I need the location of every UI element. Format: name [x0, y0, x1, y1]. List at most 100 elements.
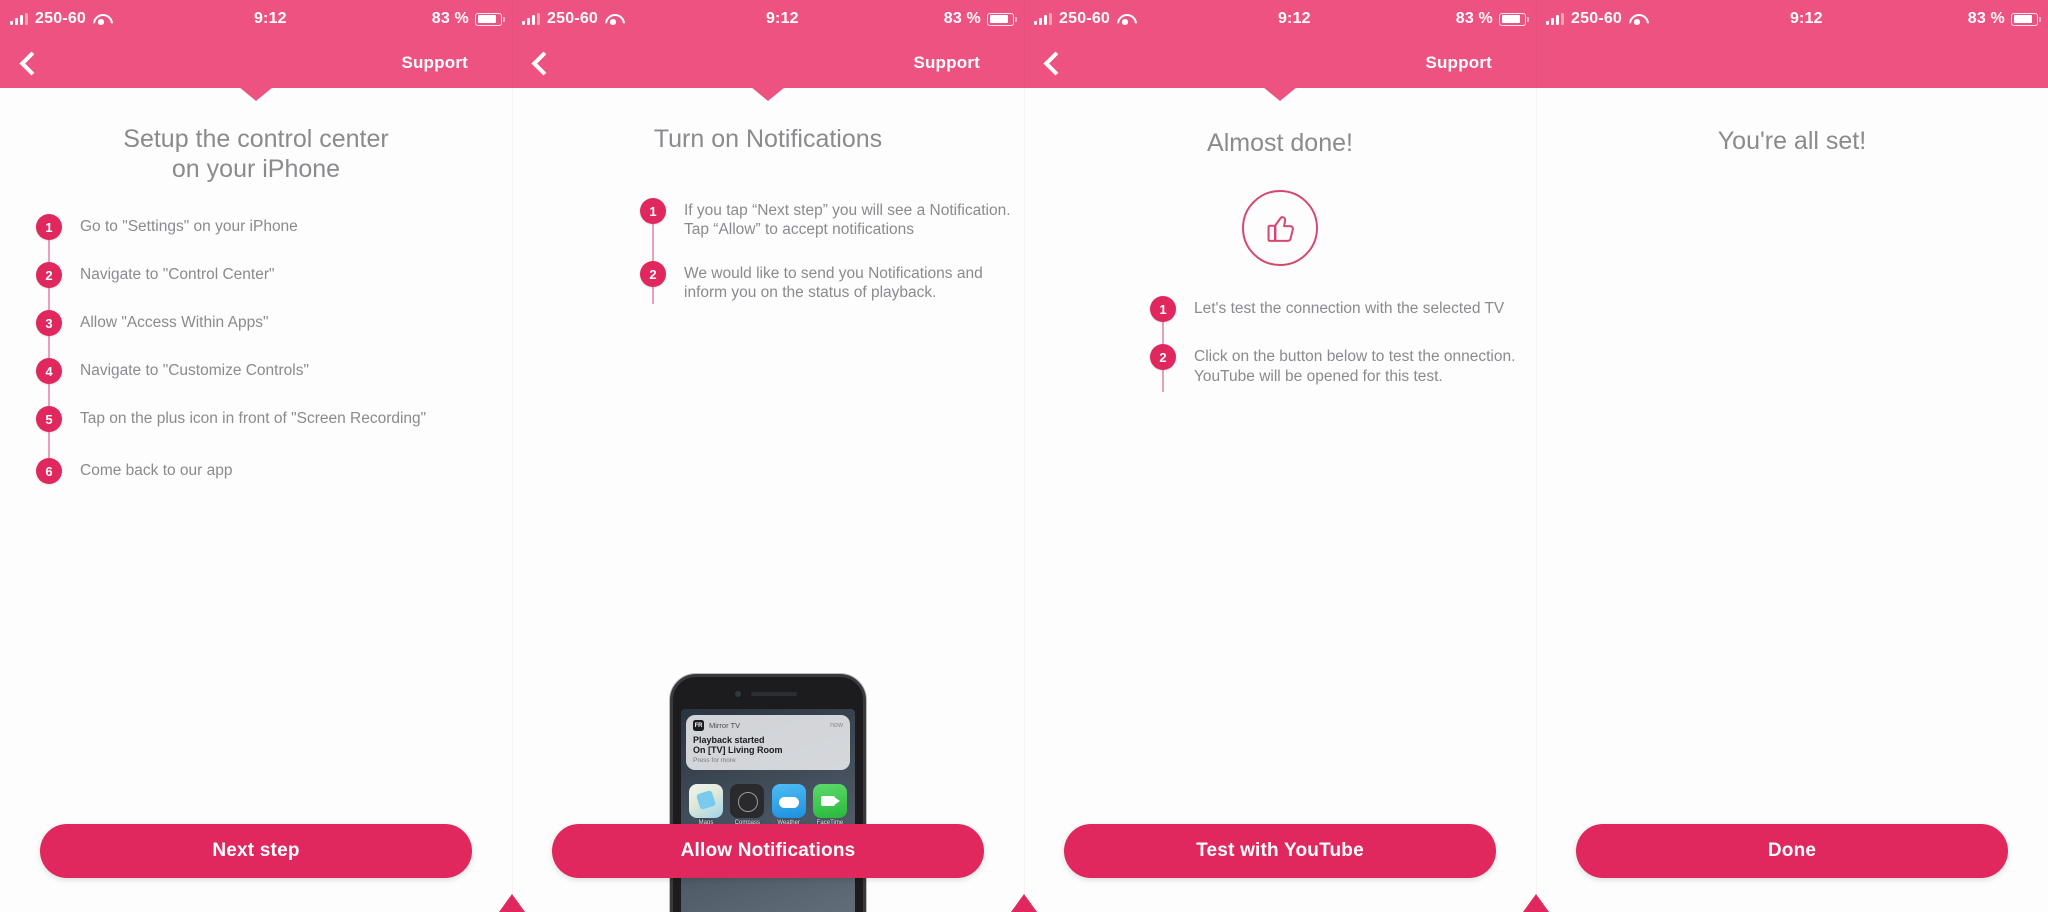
wifi-icon [1629, 13, 1645, 25]
home-screen-app-row: Maps Compass Weather FaceTime [686, 784, 850, 826]
clock-label: 9:12 [1277, 10, 1311, 27]
battery-icon [1499, 12, 1529, 26]
signal-bars-icon [10, 13, 28, 25]
steps-list: 1 Go to "Settings" on your iPhone 2 Navi… [10, 214, 502, 506]
thumbs-up-icon [1242, 190, 1318, 266]
battery-percent-label: 83 % [943, 10, 981, 27]
front-camera-icon [735, 691, 741, 697]
notification-timestamp: now [830, 722, 843, 729]
nav-bar: Support [512, 38, 1024, 88]
step-text: We would like to send you Notifications … [684, 265, 983, 301]
screen-notifications: 250-60 9:12 83 % Support Turn on Notific… [512, 0, 1024, 912]
clock-label: 9:12 [765, 10, 799, 27]
carrier-label: 250-60 [1571, 10, 1623, 27]
page-title-line1: You're all set! [1717, 127, 1867, 155]
signal-bars-icon [1546, 13, 1564, 25]
header-bar: 250-60 9:12 83 % Support [512, 0, 1024, 101]
back-chevron-icon[interactable] [1040, 51, 1064, 75]
back-chevron-icon[interactable] [528, 51, 552, 75]
thumbs-up-glyph [1267, 216, 1294, 242]
list-item: 4 Navigate to "Customize Controls" [36, 358, 502, 406]
clock-label: 9:12 [1789, 10, 1823, 27]
back-chevron-icon[interactable] [16, 51, 40, 75]
earpiece-speaker [751, 692, 797, 696]
bottom-marker-icon [499, 894, 525, 912]
status-bar: 250-60 9:12 83 % [0, 0, 512, 38]
step-text: Navigate to "Control Center" [80, 266, 275, 283]
battery-percent-label: 83 % [1455, 10, 1493, 27]
wifi-icon [1117, 13, 1133, 25]
step-text: Navigate to "Customize Controls" [80, 362, 309, 379]
list-item: 5 Tap on the plus icon in front of "Scre… [36, 406, 502, 458]
battery-percent-label: 83 % [431, 10, 469, 27]
step-text: Tap on the plus icon in front of "Screen… [80, 410, 427, 427]
support-link[interactable]: Support [1425, 53, 1492, 73]
done-button[interactable]: Done [1576, 824, 2008, 878]
onboarding-screens-strip: 250-60 9:12 83 % Support Setup the contr… [0, 0, 2048, 912]
step-number-badge: 4 [36, 358, 62, 384]
allow-notifications-button[interactable]: Allow Notifications [552, 824, 984, 878]
screen-divider [1024, 0, 1025, 912]
list-item: 1 If you tap “Next step” you will see a … [640, 198, 1014, 239]
screen-body: Setup the control center on your iPhone … [0, 88, 512, 912]
screen-divider [1536, 0, 1537, 912]
list-item: 1 Let's test the connection with the sel… [1150, 296, 1526, 322]
app-tile: FaceTime [812, 784, 847, 826]
step-text: Come back to our app [80, 462, 233, 479]
notification-line-2: On [TV] Living Room [693, 745, 783, 755]
step-text: Let's test the connection with the selec… [1194, 300, 1505, 317]
battery-percent-label: 83 % [1967, 10, 2005, 27]
notification-line-1: Playback started [693, 735, 765, 745]
step-number-badge: 1 [36, 214, 62, 240]
screen-body: Almost done! 1 Let's test the connection… [1024, 88, 1536, 912]
thumbs-up-badge [1034, 190, 1526, 266]
screen-control-center: 250-60 9:12 83 % Support Setup the contr… [0, 0, 512, 912]
steps-list: 1 If you tap “Next step” you will see a … [522, 198, 1014, 304]
header-bar: 250-60 9:12 83 % Support [0, 0, 512, 101]
battery-icon [987, 12, 1017, 26]
header-bar: 250-60 9:12 83 % [1536, 0, 2048, 88]
status-bar: 250-60 9:12 83 % [512, 0, 1024, 38]
header-bar: 250-60 9:12 83 % Support [1024, 0, 1536, 101]
list-item: 2 Navigate to "Control Center" [36, 262, 502, 310]
list-item: 6 Come back to our app [36, 458, 502, 506]
step-number-badge: 3 [36, 310, 62, 336]
step-number-badge: 2 [640, 261, 666, 287]
battery-icon [475, 12, 505, 26]
page-title: Setup the control center on your iPhone [10, 124, 502, 184]
step-text: Go to "Settings" on your iPhone [80, 218, 298, 235]
compass-icon [730, 784, 765, 818]
support-link[interactable]: Support [401, 53, 468, 73]
weather-icon [771, 784, 806, 818]
test-with-youtube-button[interactable]: Test with YouTube [1064, 824, 1496, 878]
steps-list: 1 Let's test the connection with the sel… [1034, 296, 1526, 392]
page-title: Almost done! [1034, 128, 1526, 158]
wifi-icon [605, 13, 621, 25]
nav-bar [1536, 38, 2048, 88]
support-link[interactable]: Support [913, 53, 980, 73]
step-number-badge: 6 [36, 458, 62, 484]
next-step-button[interactable]: Next step [40, 824, 472, 878]
page-title: Turn on Notifications [522, 124, 1014, 154]
notification-header: FR Mirror TV now [693, 720, 843, 731]
app-tile: Compass [730, 784, 765, 826]
carrier-label: 250-60 [35, 10, 87, 27]
step-text: Click on the button below to test the on… [1194, 348, 1516, 385]
screen-almost-done: 250-60 9:12 83 % Support Almost done! 1 … [1024, 0, 1536, 912]
page-title-line2: on your iPhone [171, 155, 341, 183]
carrier-label: 250-60 [547, 10, 599, 27]
page-title-line1: Turn on Notifications [653, 125, 883, 153]
screen-body: Turn on Notifications 1 If you tap “Next… [512, 88, 1024, 912]
phone-screen: FR Mirror TV now Playback started On [TV… [681, 709, 855, 912]
screen-body: You're all set! Done [1536, 88, 2048, 912]
page-title-line1: Almost done! [1207, 129, 1353, 157]
list-item: 3 Allow "Access Within Apps" [36, 310, 502, 358]
notification-app-name: Mirror TV [709, 721, 741, 730]
facetime-icon [812, 784, 847, 818]
bottom-marker-icon [1011, 894, 1037, 912]
notification-card: FR Mirror TV now Playback started On [TV… [686, 715, 850, 770]
status-bar: 250-60 9:12 83 % [1024, 0, 1536, 38]
carrier-label: 250-60 [1059, 10, 1111, 27]
list-item: 1 Go to "Settings" on your iPhone [36, 214, 502, 262]
signal-bars-icon [522, 13, 540, 25]
